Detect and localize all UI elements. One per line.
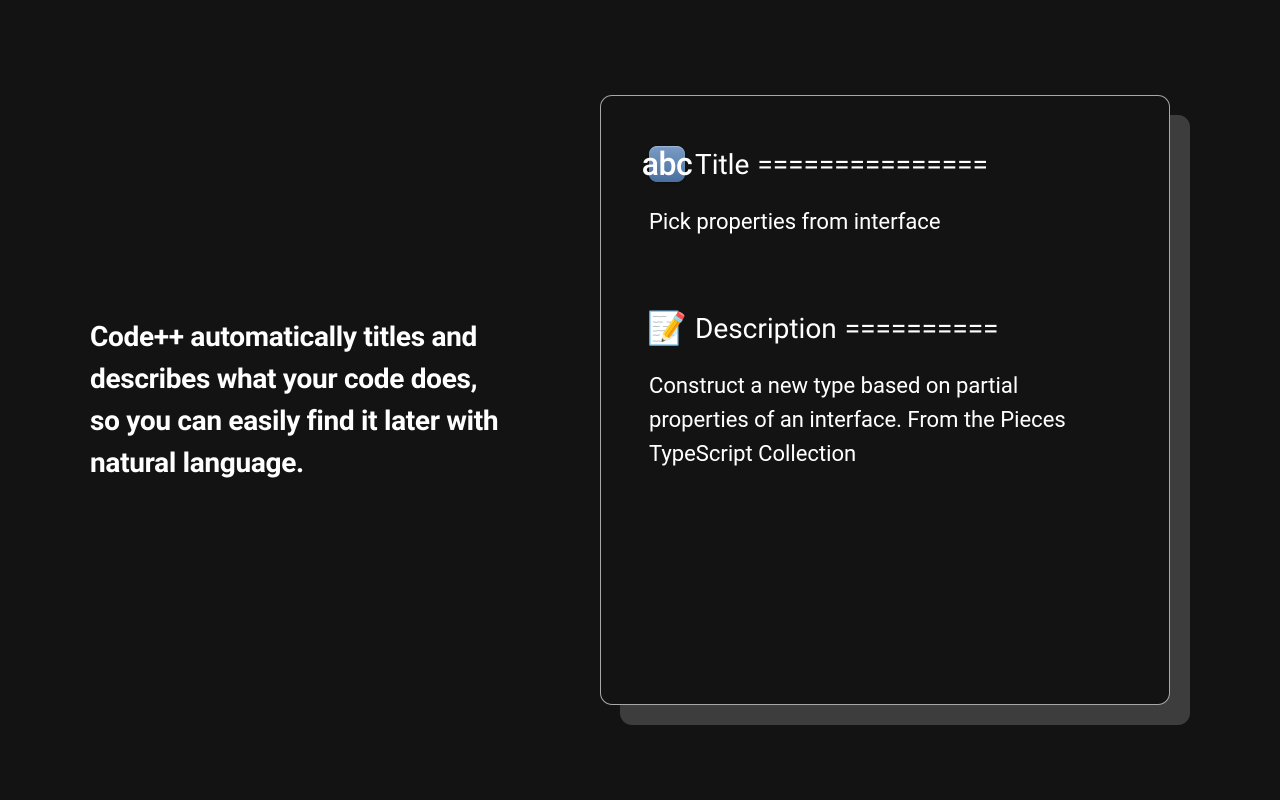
description-label: Description [695, 312, 837, 345]
description-section-header: 📝 Description ========== [649, 310, 1121, 346]
preview-card: abc Title =============== Pick propertie… [600, 95, 1170, 705]
marketing-copy-column: Code++ automatically titles and describe… [90, 316, 500, 484]
abc-icon: abc [649, 146, 685, 182]
title-section: abc Title =============== Pick propertie… [649, 146, 1121, 240]
title-separator: =============== [757, 148, 988, 181]
description-body: Construct a new type based on partial pr… [649, 370, 1069, 472]
title-section-header: abc Title =============== [649, 146, 1121, 182]
memo-icon: 📝 [649, 310, 685, 346]
headline-text: Code++ automatically titles and describe… [90, 316, 500, 484]
description-separator: ========== [845, 312, 999, 345]
preview-card-container: abc Title =============== Pick propertie… [600, 95, 1170, 705]
title-label: Title [695, 148, 749, 181]
description-section: 📝 Description ========== Construct a new… [649, 310, 1121, 472]
title-body: Pick properties from interface [649, 206, 1069, 240]
